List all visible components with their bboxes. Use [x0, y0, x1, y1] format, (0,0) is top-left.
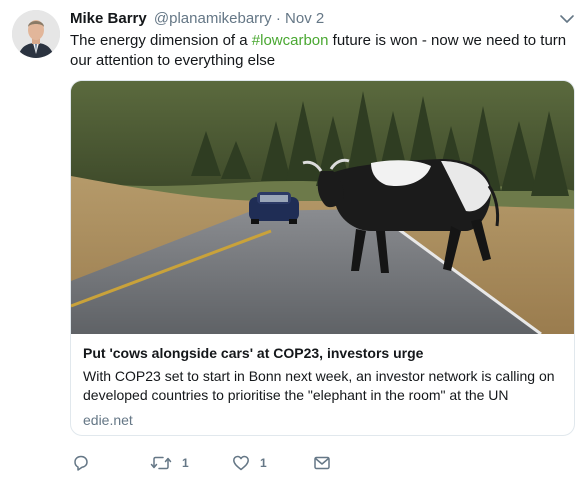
envelope-icon: [313, 454, 331, 472]
direct-message-button[interactable]: [313, 454, 331, 472]
like-button[interactable]: 1: [232, 454, 267, 472]
header-separator: ·: [275, 10, 281, 27]
tweet-date[interactable]: Nov 2: [285, 10, 324, 27]
chevron-down-icon[interactable]: [559, 11, 575, 27]
card-title: Put 'cows alongside cars' at COP23, inve…: [83, 345, 424, 361]
card-image: [71, 81, 574, 334]
card-description: With COP23 set to start in Bonn next wee…: [83, 368, 555, 403]
heart-icon: [232, 454, 250, 472]
hashtag-link[interactable]: #lowcarbon: [252, 32, 329, 49]
like-count: 1: [260, 456, 267, 470]
link-card[interactable]: Put 'cows alongside cars' at COP23, inve…: [70, 80, 575, 436]
avatar-image: [12, 10, 60, 58]
card-domain: edie.net: [83, 412, 133, 428]
tweet-text: The energy dimension of a #lowcarbon fut…: [70, 31, 570, 71]
card-body: Put 'cows alongside cars' at COP23, inve…: [71, 334, 574, 429]
author-name[interactable]: Mike Barry: [70, 10, 147, 27]
tweet-text-start: The energy dimension of a: [70, 32, 252, 49]
retweet-button[interactable]: 1: [150, 454, 189, 472]
author-handle[interactable]: @planamikebarry: [154, 10, 272, 27]
tweet-actions: 1 1: [70, 454, 370, 476]
reply-icon: [72, 454, 90, 472]
tweet-header: Mike Barry @planamikebarry · Nov 2: [70, 10, 324, 28]
retweet-count: 1: [182, 456, 189, 470]
reply-button[interactable]: [72, 454, 90, 472]
retweet-icon: [150, 454, 172, 472]
avatar[interactable]: [12, 10, 60, 58]
